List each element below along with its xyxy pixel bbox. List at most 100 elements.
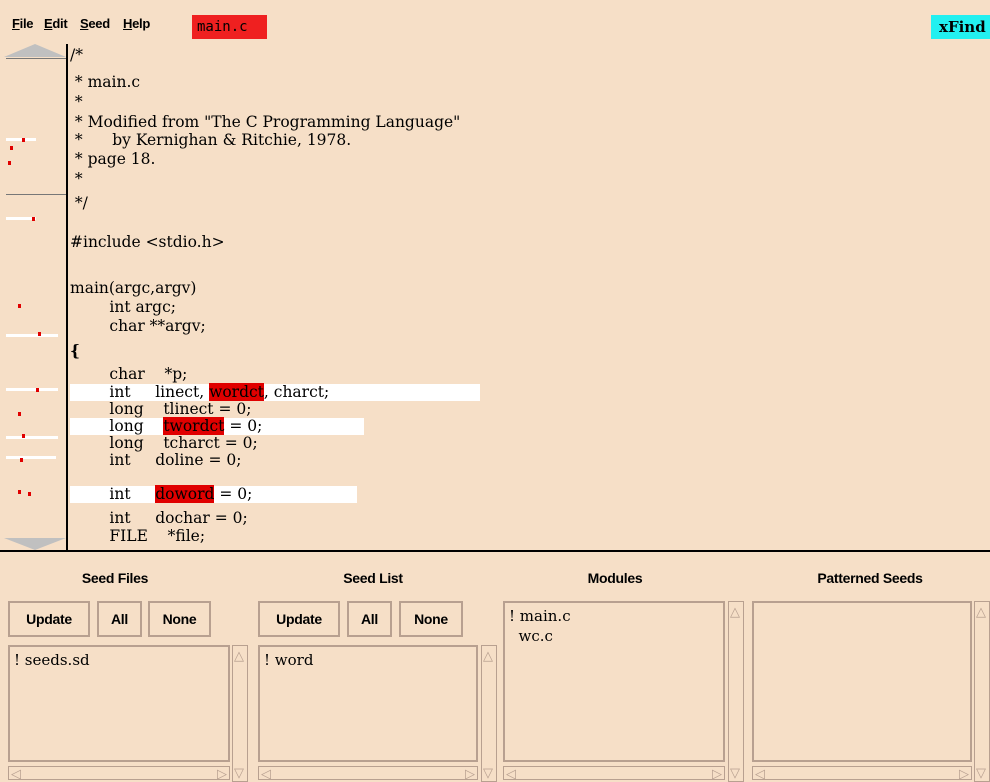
scroll-up-arrow-icon[interactable] <box>4 44 66 57</box>
code-text: int linect, <box>70 383 210 401</box>
code-text: = 0; <box>224 417 263 435</box>
scroll-left-arrow-icon[interactable]: ◁ <box>261 767 271 780</box>
code-line: int linect, wordct, charct; <box>70 383 330 401</box>
code-line: */ <box>70 194 88 212</box>
code-line: long tlinect = 0; <box>70 400 252 418</box>
overview-match-marker <box>8 161 11 165</box>
patterned-seeds-horizontal-scrollbar[interactable]: ◁ ▷ <box>752 766 972 780</box>
search-match[interactable]: wordct <box>209 383 264 401</box>
scroll-up-arrow-icon[interactable]: △ <box>483 649 493 662</box>
modules-vertical-scrollbar[interactable]: △ ▽ <box>728 601 744 782</box>
scroll-right-arrow-icon[interactable]: ▷ <box>712 767 722 780</box>
code-line: * <box>70 170 83 188</box>
seed-list-update-button[interactable]: Update <box>258 601 340 637</box>
overview-match-marker <box>22 434 25 438</box>
pane-divider[interactable] <box>0 550 990 552</box>
menu-bar: File Edit Seed Help main.c xFind <box>0 0 990 44</box>
list-item[interactable]: ! main.c <box>509 606 719 626</box>
overview-match-marker <box>28 492 31 496</box>
modules-list[interactable]: ! main.c wc.c <box>503 601 725 762</box>
overview-match-marker <box>38 332 41 336</box>
patterned-seeds-title: Patterned Seeds <box>817 570 923 586</box>
seed-files-all-button[interactable]: All <box>97 601 142 637</box>
overview-match-marker <box>32 217 35 221</box>
overview-match-marker <box>20 458 23 462</box>
seed-list-all-button[interactable]: All <box>347 601 392 637</box>
list-item[interactable]: wc.c <box>509 626 719 646</box>
seed-list-title: Seed List <box>343 570 403 586</box>
code-line: * main.c <box>70 73 141 91</box>
code-line: FILE *file; <box>70 527 206 545</box>
list-item[interactable]: ! seeds.sd <box>14 650 224 670</box>
scroll-down-arrow-icon[interactable]: ▽ <box>234 766 244 779</box>
code-text: = 0; <box>214 485 253 503</box>
seed-files-title: Seed Files <box>81 570 149 586</box>
search-match[interactable]: twordct <box>163 417 225 435</box>
scroll-right-arrow-icon[interactable]: ▷ <box>959 767 969 780</box>
seed-files-list[interactable]: ! seeds.sd <box>8 645 230 762</box>
code-line: * page 18. <box>70 150 156 168</box>
menu-file[interactable]: File <box>12 16 34 31</box>
overview-match-marker <box>18 412 21 416</box>
scroll-up-arrow-icon[interactable]: △ <box>976 605 986 618</box>
scroll-down-arrow-icon[interactable]: ▽ <box>976 766 986 779</box>
menu-edit[interactable]: Edit <box>44 16 68 31</box>
search-match[interactable]: doword <box>155 485 215 503</box>
overview-mark <box>6 436 58 439</box>
scroll-up-arrow-icon[interactable]: △ <box>730 605 740 618</box>
list-item[interactable]: ! word <box>264 650 472 670</box>
code-line: int doword = 0; <box>70 485 253 503</box>
scroll-right-arrow-icon[interactable]: ▷ <box>465 767 475 780</box>
seed-files-none-button[interactable]: None <box>148 601 211 637</box>
code-line: long twordct = 0; <box>70 417 263 435</box>
active-file-tab[interactable]: main.c <box>192 15 267 39</box>
overview-match-marker <box>36 388 39 392</box>
xfind-button[interactable]: xFind <box>931 15 990 39</box>
overview-match-marker <box>22 138 25 142</box>
scroll-right-arrow-icon[interactable]: ▷ <box>217 767 227 780</box>
code-text: long <box>70 417 164 435</box>
code-line: /* <box>70 46 83 64</box>
code-line: char **argv; <box>70 317 206 335</box>
overview-match-marker <box>18 304 21 308</box>
overview-scrollbar[interactable] <box>0 44 68 552</box>
code-line: { <box>70 341 80 360</box>
code-line: int argc; <box>70 298 176 316</box>
scroll-down-arrow-icon[interactable]: ▽ <box>483 766 493 779</box>
scroll-down-arrow-icon[interactable]: ▽ <box>730 766 740 779</box>
overview-match-marker <box>18 490 21 494</box>
seed-list-list[interactable]: ! word <box>258 645 478 762</box>
menu-seed[interactable]: Seed <box>80 16 110 31</box>
seed-files-update-button[interactable]: Update <box>8 601 90 637</box>
overview-mark <box>6 388 58 391</box>
modules-horizontal-scrollbar[interactable]: ◁ ▷ <box>503 766 725 780</box>
scroll-left-arrow-icon[interactable]: ◁ <box>755 767 765 780</box>
code-line: long tcharct = 0; <box>70 434 258 452</box>
code-editor[interactable]: /* * main.c * * Modified from "The C Pro… <box>70 44 988 550</box>
code-line: #include <stdio.h> <box>70 233 225 251</box>
code-text: , charct; <box>263 383 330 401</box>
code-line: char *p; <box>70 365 188 383</box>
scroll-left-arrow-icon[interactable]: ◁ <box>11 767 21 780</box>
seed-list-vertical-scrollbar[interactable]: △ ▽ <box>481 645 497 782</box>
scroll-left-arrow-icon[interactable]: ◁ <box>506 767 516 780</box>
overview-mark <box>6 334 58 337</box>
code-text: int <box>70 485 156 503</box>
patterned-seeds-list[interactable] <box>752 601 972 762</box>
seed-list-horizontal-scrollbar[interactable]: ◁ ▷ <box>258 766 478 780</box>
patterned-seeds-vertical-scrollbar[interactable]: △ ▽ <box>974 601 990 782</box>
code-line: int dochar = 0; <box>70 509 248 527</box>
code-line: main(argc,argv) <box>70 279 197 297</box>
overview-thumb[interactable] <box>6 58 66 195</box>
overview-mark <box>6 456 56 459</box>
seed-files-vertical-scrollbar[interactable]: △ ▽ <box>232 645 248 782</box>
code-line: * <box>70 93 83 111</box>
code-line: int doline = 0; <box>70 451 242 469</box>
scroll-down-arrow-icon[interactable] <box>4 538 66 550</box>
menu-help[interactable]: Help <box>123 16 150 31</box>
scroll-up-arrow-icon[interactable]: △ <box>234 649 244 662</box>
overview-mark <box>6 138 36 141</box>
seed-files-horizontal-scrollbar[interactable]: ◁ ▷ <box>8 766 230 780</box>
seed-list-none-button[interactable]: None <box>399 601 463 637</box>
code-line: * by Kernighan & Ritchie, 1978. <box>70 131 352 149</box>
